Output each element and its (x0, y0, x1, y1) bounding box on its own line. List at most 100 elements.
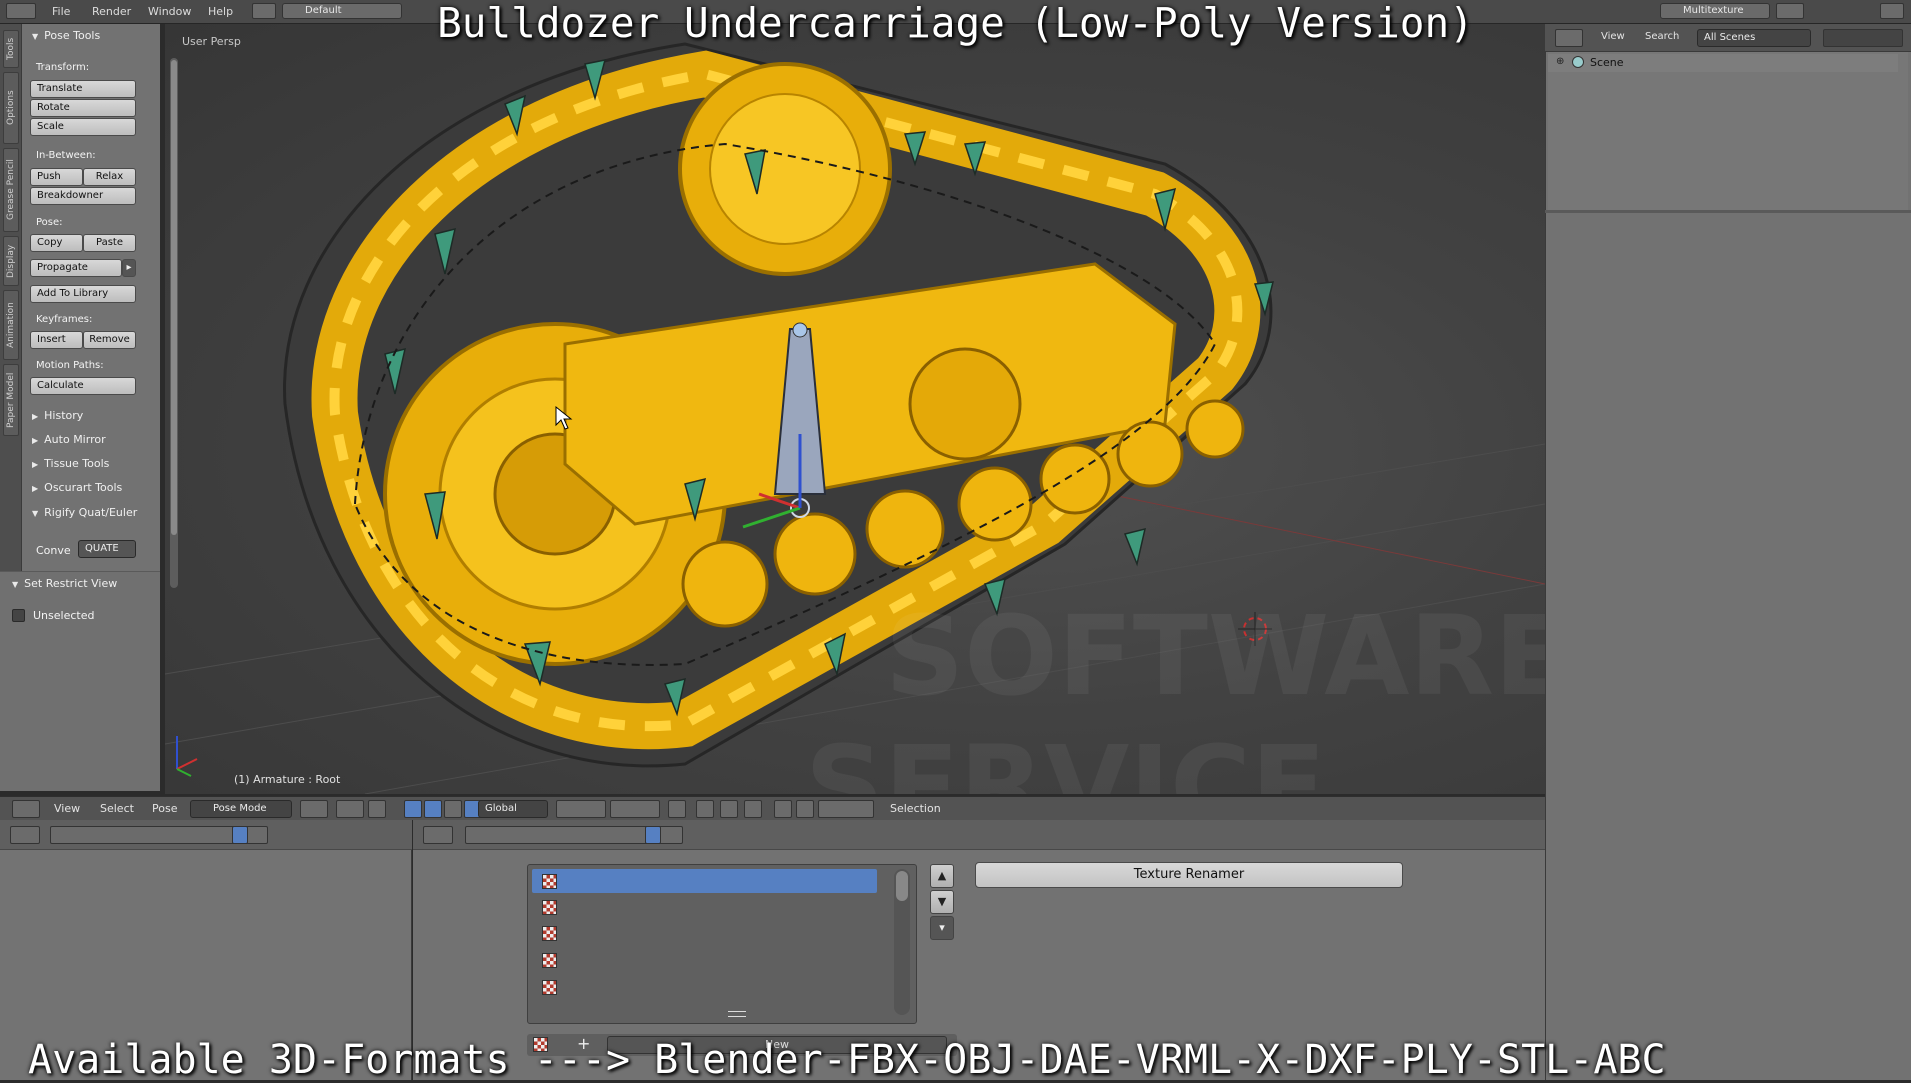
texture-checker-icon (542, 980, 557, 995)
snap-element-icon[interactable] (744, 800, 762, 818)
layer-buttons-2-icon[interactable] (610, 800, 660, 818)
proportional-edit-icon[interactable] (696, 800, 714, 818)
viewport-active-object: (1) Armature : Root (234, 773, 341, 786)
list-item[interactable] (532, 921, 877, 945)
list-item[interactable] (532, 895, 877, 919)
manipulator-toggle-icon[interactable] (368, 800, 386, 818)
unselected-label: Unselected (33, 609, 95, 622)
expand-icon[interactable]: ⊕ (1556, 56, 1564, 67)
breakdowner-button[interactable]: Breakdowner (30, 187, 136, 205)
texture-checker-icon (542, 926, 557, 941)
pose-label: Pose: (36, 217, 63, 228)
keying-set-icon[interactable] (818, 800, 874, 818)
svg-text:SOFTWARE: SOFTWARE (885, 592, 1545, 720)
3d-viewport[interactable]: SOFTWARE SERVICE (165, 24, 1545, 794)
snap-toggle-icon[interactable] (720, 800, 738, 818)
relax-button[interactable]: Relax (83, 168, 136, 186)
unselected-checkbox[interactable] (12, 609, 25, 622)
menu-view[interactable]: View (54, 802, 80, 815)
insert-keyframe-button[interactable]: Insert (30, 331, 83, 349)
add-to-library-button[interactable]: Add To Library (30, 285, 136, 303)
texture-context-icon[interactable] (645, 826, 661, 844)
texture-context-icon[interactable] (232, 826, 248, 844)
restrict-view-panel: ▼ Set Restrict View Unselected (0, 571, 160, 791)
history-panel-header[interactable]: ▶ History (32, 409, 83, 422)
restrict-view-header[interactable]: ▼ Set Restrict View (12, 577, 117, 590)
lock-layers-icon[interactable] (668, 800, 686, 818)
motion-paths-label: Motion Paths: (36, 360, 104, 371)
editor-type-icon[interactable] (423, 826, 453, 844)
list-scrollbar[interactable] (894, 869, 910, 1015)
bulldozer-undercarriage-render: SOFTWARE SERVICE (165, 42, 1545, 794)
tissue-tools-panel-header[interactable]: ▶ Tissue Tools (32, 457, 109, 470)
expanded-triangle-icon: ▼ (12, 580, 19, 589)
selection-label: Selection (890, 802, 941, 815)
oscurart-tools-panel-header[interactable]: ▶ Oscurart Tools (32, 481, 122, 494)
list-item[interactable] (532, 948, 877, 972)
list-item[interactable] (532, 975, 877, 999)
copy-pose-button[interactable]: Copy (30, 234, 83, 252)
transform-label: Transform: (36, 62, 90, 73)
editor-type-icon[interactable] (10, 826, 40, 844)
menu-select[interactable]: Select (100, 802, 134, 815)
view3d-header: View Select Pose Pose Mode Global Select… (0, 796, 1545, 820)
paste-pose-button[interactable]: Paste (83, 234, 136, 252)
move-up-button[interactable]: ▲ (930, 864, 954, 888)
toolshelf-scrollbar[interactable] (170, 58, 178, 588)
menu-pose[interactable]: Pose (152, 802, 177, 815)
propagate-menu-arrow-icon[interactable]: ▸ (122, 259, 136, 277)
collapsed-triangle-icon: ▶ (32, 436, 39, 445)
keyframes-label: Keyframes: (36, 314, 93, 325)
tool-shelf: ▼ Pose Tools Transform: Translate Rotate … (22, 24, 178, 588)
texture-checker-icon (542, 874, 557, 889)
viewport-shading-icon[interactable] (300, 800, 328, 818)
texture-slot-list[interactable] (527, 864, 917, 1024)
pivot-point-icon[interactable] (336, 800, 364, 818)
list-resize-grip[interactable] (728, 1011, 746, 1017)
expanded-triangle-icon: ▼ (32, 509, 39, 518)
rotate-manipulator-icon[interactable] (424, 800, 442, 818)
view-axis-widget (176, 736, 198, 777)
translate-manipulator-icon[interactable] (404, 800, 422, 818)
collapsed-triangle-icon: ▶ (32, 484, 39, 493)
formats-caption-overlay: Available 3D-Formats ---> Blender-FBX-OB… (28, 1037, 1666, 1083)
outliner-split[interactable] (1545, 210, 1911, 213)
convert-label: Conve (36, 544, 71, 557)
texture-checker-icon (542, 953, 557, 968)
collapsed-triangle-icon: ▶ (32, 460, 39, 469)
interaction-mode-select[interactable]: Pose Mode (190, 800, 292, 818)
svg-text:SERVICE: SERVICE (805, 722, 1326, 794)
watermark: SOFTWARE SERVICE (805, 592, 1545, 794)
transform-orientation-select[interactable]: Global (478, 800, 548, 818)
texture-renamer-button[interactable]: Texture Renamer (975, 862, 1403, 888)
specials-menu-icon[interactable]: ▾ (930, 916, 954, 940)
render-icon[interactable] (774, 800, 792, 818)
tree-row-scene[interactable]: ⊕ Scene (1548, 54, 1898, 72)
auto-mirror-panel-header[interactable]: ▶ Auto Mirror (32, 433, 106, 446)
rigify-panel-header[interactable]: ▼ Rigify Quat/Euler (32, 506, 137, 519)
calculate-paths-button[interactable]: Calculate (30, 377, 136, 395)
scene-icon (1572, 56, 1584, 68)
propagate-button[interactable]: Propagate (30, 259, 122, 277)
translate-button[interactable]: Translate (30, 80, 136, 98)
move-down-button[interactable]: ▼ (930, 890, 954, 914)
texture-properties-header (413, 820, 1545, 850)
texture-checker-icon (542, 900, 557, 915)
list-item[interactable] (532, 869, 877, 893)
tab-paper-model[interactable]: Paper Model (3, 364, 19, 436)
layer-buttons-1-icon[interactable] (556, 800, 606, 818)
editor-type-icon[interactable] (12, 800, 40, 818)
scene-name: Scene (1590, 56, 1624, 69)
tab-display[interactable]: Display (3, 236, 19, 286)
rotate-button[interactable]: Rotate (30, 99, 136, 117)
remove-keyframe-button[interactable]: Remove (83, 331, 136, 349)
push-button[interactable]: Push (30, 168, 83, 186)
convert-mode-select[interactable]: QUATE (78, 540, 136, 558)
scale-manipulator-icon[interactable] (444, 800, 462, 818)
tab-options[interactable]: Options (3, 72, 19, 144)
tab-animation[interactable]: Animation (3, 290, 19, 360)
scale-button[interactable]: Scale (30, 118, 136, 136)
tab-grease-pencil[interactable]: Grease Pencil (3, 148, 19, 232)
render-animation-icon[interactable] (796, 800, 814, 818)
collapsed-triangle-icon: ▶ (32, 412, 39, 421)
